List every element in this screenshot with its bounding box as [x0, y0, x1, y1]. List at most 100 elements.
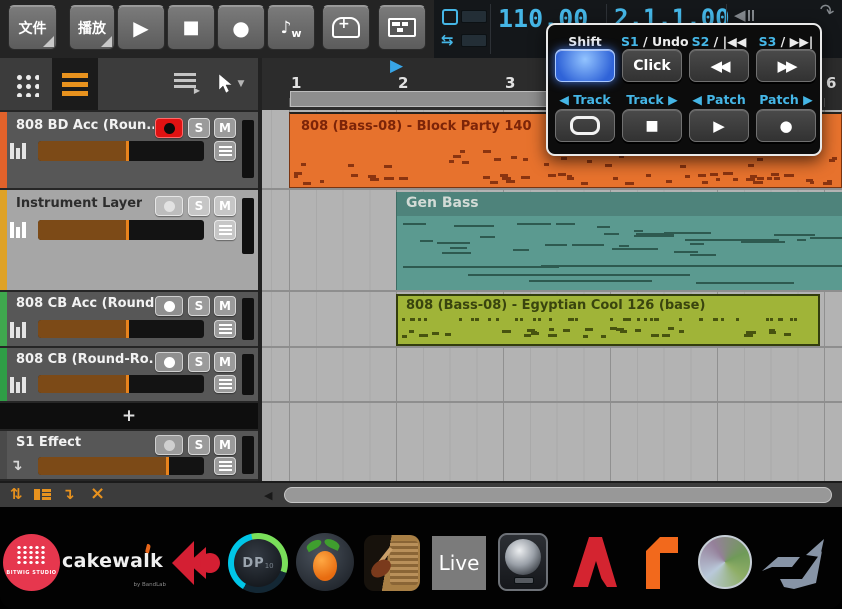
rewind-button[interactable]: ◀◀ [689, 49, 749, 82]
solo-button[interactable]: S [188, 352, 210, 372]
mute-button[interactable]: M [214, 435, 236, 455]
mute-button[interactable]: M [214, 196, 236, 216]
metronome-button[interactable] [322, 5, 370, 50]
solo-button[interactable]: S [188, 196, 210, 216]
track-name[interactable]: 808 CB (Round-Ro... [16, 352, 154, 367]
volume-slider[interactable] [38, 141, 204, 161]
dock-icon-logic-pro[interactable] [498, 533, 548, 591]
track-menu-button[interactable] [214, 375, 236, 393]
metronome-icon [332, 17, 360, 38]
volume-slider[interactable] [38, 220, 204, 240]
stop-transport-button[interactable]: ■ [622, 109, 682, 142]
track-row-instrument-layer[interactable]: Instrument Layer S M [0, 190, 258, 290]
stop-button[interactable]: ■ [167, 5, 215, 50]
amp-grill-icon [390, 541, 418, 585]
click-button[interactable]: Click [622, 49, 682, 82]
track-menu-button[interactable] [214, 141, 236, 161]
midi-notes-preview [397, 192, 842, 290]
track-menu-button[interactable] [214, 457, 236, 475]
volume-slider[interactable] [38, 457, 204, 475]
lane-separator [262, 401, 842, 403]
track-menu-button[interactable] [214, 320, 236, 338]
mute-button[interactable]: M [214, 296, 236, 316]
track-name[interactable]: Instrument Layer [16, 196, 142, 211]
mute-button[interactable]: M [214, 352, 236, 372]
close-x-icon[interactable]: × [90, 483, 105, 504]
pointer-tool-button[interactable]: ▼ [206, 61, 256, 107]
clip-gen-bass[interactable]: Gen Bass [396, 192, 842, 290]
mode-slot-top [461, 10, 487, 23]
track-name[interactable]: S1 Effect [16, 435, 81, 450]
volume-slider[interactable] [38, 320, 204, 338]
solo-button[interactable]: S [188, 296, 210, 316]
track-name[interactable]: 808 CB Acc (Round... [16, 296, 154, 311]
play-button[interactable]: ▶ [117, 5, 165, 50]
file-menu-button[interactable]: 文件 [8, 5, 57, 50]
horizontal-scrollbar[interactable] [284, 487, 832, 503]
loop-mode-icon[interactable] [442, 9, 458, 25]
redo-arrow-icon[interactable]: ↷ [816, 0, 836, 24]
volume-fill [38, 220, 129, 240]
dock-icon-cakewalk[interactable]: cakewalk by BandLab [62, 550, 168, 582]
lane-separator [262, 188, 842, 190]
record-arm-button[interactable] [155, 352, 183, 372]
cakewalk-sublabel: by BandLab [133, 582, 166, 588]
bottom-utility-bar: ⇅ ↴ × ◀ [0, 481, 842, 507]
dock-icon-digital-performer[interactable]: DP 10 [228, 533, 288, 593]
volume-slider[interactable] [38, 375, 204, 393]
solo-button[interactable]: S [188, 118, 210, 138]
dock-icon-red-a-daw[interactable] [566, 533, 620, 591]
return-to-start-icon[interactable]: ◀ [734, 6, 754, 24]
add-track-button[interactable]: + [0, 403, 258, 429]
play-icon: ▶ [713, 117, 725, 135]
play-transport-button[interactable]: ▶ [689, 109, 749, 142]
s2-prev-header: S2 / |◀◀ [692, 34, 747, 49]
track-menu-button[interactable] [214, 220, 236, 240]
track-row-808-bd-acc[interactable]: 808 BD Acc (Roun... S M [0, 112, 258, 188]
shift-button[interactable] [555, 49, 615, 82]
dock-icon-reason[interactable] [636, 535, 682, 589]
arranger-view-tab[interactable] [52, 58, 98, 110]
patch-prev-header: ◀ Patch [692, 92, 746, 107]
automation-lines-icon[interactable]: ▶ [174, 73, 198, 91]
solo-button[interactable]: S [188, 435, 210, 455]
mute-button[interactable]: M [214, 118, 236, 138]
loop-icon [570, 116, 600, 135]
dock-icon-ableton-live[interactable]: Live [432, 536, 486, 590]
scroll-left-arrow[interactable]: ◀ [264, 489, 272, 502]
swap-arrows-icon[interactable]: ⇆ [441, 33, 454, 48]
record-arm-button[interactable] [155, 435, 183, 455]
dock-icon-reaper[interactable] [698, 535, 752, 589]
record-arm-button[interactable] [155, 296, 183, 316]
track-name[interactable]: 808 BD Acc (Roun... [16, 118, 154, 133]
swap-vertical-icon[interactable]: ⇅ [10, 485, 23, 503]
dock-icon-bitwig-studio[interactable]: BITWIG STUDIO [3, 534, 60, 591]
loop-button[interactable] [555, 109, 615, 142]
vu-meter [242, 198, 254, 254]
dock-icon-fl-studio[interactable] [296, 533, 354, 591]
playhead-marker[interactable]: ▶ [390, 56, 403, 76]
record-dot-icon [164, 301, 175, 312]
track-row-s1-effect[interactable]: S1 Effect S M ↴ [0, 431, 258, 479]
record-icon: ● [232, 16, 249, 40]
dock-icon-garageband[interactable] [364, 535, 420, 591]
dock-icon-cubase[interactable] [170, 535, 226, 591]
clip-egyptian-cool[interactable]: 808 (Bass-08) - Egyptian Cool 126 (base) [396, 294, 820, 346]
track-row-808-cb-round[interactable]: 808 CB (Round-Ro... S M [0, 348, 258, 401]
curve-arrow-icon[interactable]: ↴ [62, 485, 75, 503]
track-color-strip [0, 348, 7, 401]
record-arm-button[interactable] [155, 118, 183, 138]
mixer-grid-icon[interactable] [14, 72, 39, 97]
record-dot-icon [164, 123, 175, 134]
fast-forward-button[interactable]: ▶▶ [756, 49, 816, 82]
record-arm-button[interactable] [155, 196, 183, 216]
midi-write-button[interactable]: ♪w [267, 5, 315, 50]
record-button[interactable]: ● [217, 5, 265, 50]
layout-toggle-button[interactable] [378, 5, 426, 50]
dock-icon-angular-gray-daw[interactable] [762, 537, 824, 589]
track-prev-header: ◀ Track [559, 92, 610, 107]
volume-fill [38, 457, 169, 475]
play-menu-button[interactable]: 播放 [69, 5, 115, 50]
record-transport-button[interactable]: ● [756, 109, 816, 142]
track-row-808-cb-acc[interactable]: 808 CB Acc (Round... S M [0, 292, 258, 346]
